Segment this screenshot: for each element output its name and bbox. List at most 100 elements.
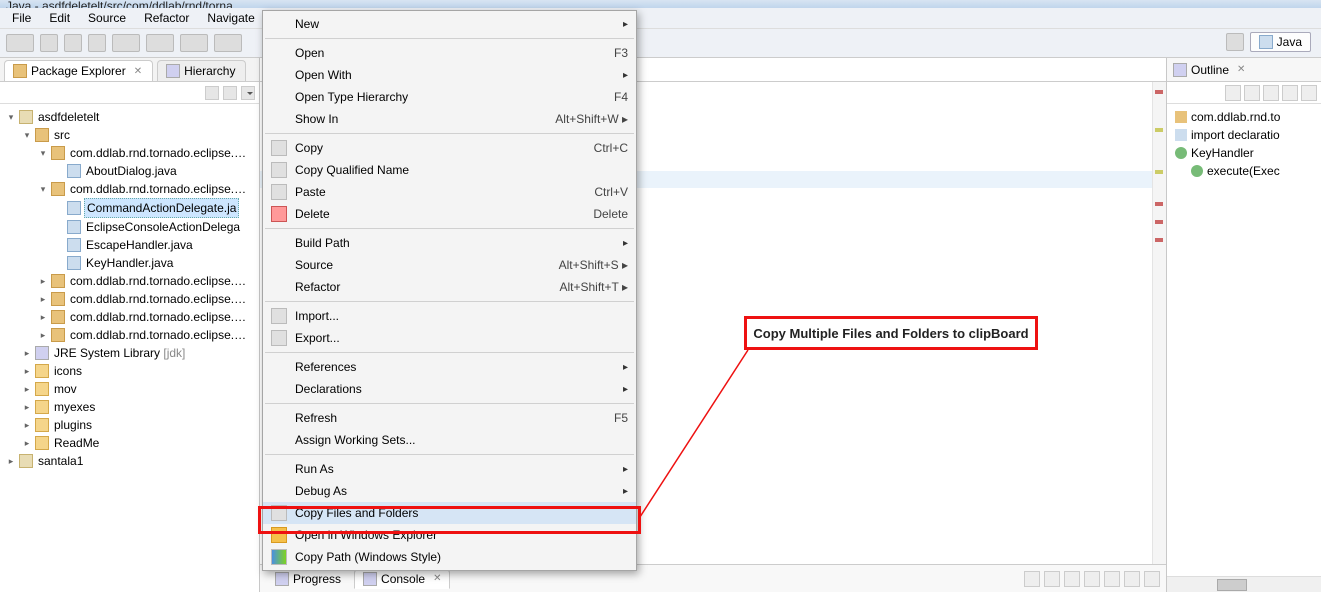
cmi-paste[interactable]: PasteCtrl+V [263, 181, 636, 203]
java-file-icon [67, 256, 81, 270]
tree-project[interactable]: asdfdeletelt [36, 108, 101, 126]
cmi-delete[interactable]: DeleteDelete [263, 203, 636, 225]
cmi-import[interactable]: Import... [263, 305, 636, 327]
close-icon[interactable]: ✕ [1237, 64, 1245, 75]
overview-ruler[interactable] [1152, 82, 1166, 564]
cmi-new[interactable]: New▸ [263, 13, 636, 35]
tree-file[interactable]: EscapeHandler.java [84, 236, 195, 254]
perspective-java[interactable]: Java [1250, 32, 1311, 52]
new-package-button[interactable] [214, 34, 242, 52]
tree-src[interactable]: src [52, 126, 72, 144]
cmi-open-in-windows-explorer[interactable]: Open in Windows Explorer [263, 524, 636, 546]
tab-console[interactable]: Console ✕ [354, 569, 450, 589]
cmi-open-with[interactable]: Open With▸ [263, 64, 636, 86]
close-icon[interactable]: ✕ [433, 573, 441, 584]
print-button[interactable] [88, 34, 106, 52]
package-explorer-tree[interactable]: ▾asdfdeletelt ▾src ▾com.ddlab.rnd.tornad… [0, 104, 259, 592]
tree-folder[interactable]: mov [52, 380, 79, 398]
tree-package[interactable]: com.ddlab.rnd.tornado.eclipse.… [68, 308, 248, 326]
folder-icon [35, 382, 49, 396]
cmi-references[interactable]: References▸ [263, 356, 636, 378]
menu-edit[interactable]: Edit [41, 9, 78, 27]
menubar: File Edit Source Refactor Navigate Se [0, 8, 1321, 28]
outline-item[interactable]: com.ddlab.rnd.to [1191, 108, 1280, 126]
outline-item[interactable]: execute(Exec [1207, 162, 1280, 180]
tab-package-explorer[interactable]: Package Explorer ✕ [4, 60, 153, 81]
cmi-copy-files-and-folders[interactable]: Copy Files and Folders [263, 502, 636, 524]
run-button[interactable] [146, 34, 174, 52]
display-selected-icon[interactable] [1044, 571, 1060, 587]
tree-package[interactable]: com.ddlab.rnd.tornado.eclipse.… [68, 326, 248, 344]
new-wizard-button[interactable] [6, 34, 34, 52]
hide-fields-icon[interactable] [1244, 85, 1260, 101]
copy-files-icon [271, 505, 287, 521]
menu-refactor[interactable]: Refactor [136, 9, 197, 27]
external-tools-button[interactable] [180, 34, 208, 52]
tree-file[interactable]: KeyHandler.java [84, 254, 175, 272]
collapse-all-icon[interactable] [205, 86, 219, 100]
pin-console-icon[interactable] [1024, 571, 1040, 587]
tree-file[interactable]: AboutDialog.java [84, 162, 179, 180]
outline-hscrollbar[interactable] [1167, 576, 1321, 592]
java-file-icon [67, 220, 81, 234]
cmi-source[interactable]: SourceAlt+Shift+S ▸ [263, 254, 636, 276]
save-button[interactable] [40, 34, 58, 52]
cmi-refresh[interactable]: RefreshF5 [263, 407, 636, 429]
open-perspective-button[interactable] [1226, 33, 1244, 51]
debug-button[interactable] [112, 34, 140, 52]
cmi-debug-as[interactable]: Debug As▸ [263, 480, 636, 502]
tree-file[interactable]: EclipseConsoleActionDelega [84, 218, 242, 236]
tree-package[interactable]: com.ddlab.rnd.tornado.eclipse.… [68, 272, 248, 290]
cmi-build-path[interactable]: Build Path▸ [263, 232, 636, 254]
hide-local-icon[interactable] [1301, 85, 1317, 101]
cmi-open[interactable]: OpenF3 [263, 42, 636, 64]
hide-static-icon[interactable] [1263, 85, 1279, 101]
import-icon [1175, 129, 1187, 141]
hide-nonpublic-icon[interactable] [1282, 85, 1298, 101]
package-icon [51, 292, 65, 306]
clear-console-icon[interactable] [1084, 571, 1100, 587]
tab-hierarchy[interactable]: Hierarchy [157, 60, 246, 81]
save-all-button[interactable] [64, 34, 82, 52]
tree-file-selected[interactable]: CommandActionDelegate.ja [84, 198, 239, 218]
cmi-refactor[interactable]: RefactorAlt+Shift+T ▸ [263, 276, 636, 298]
outline-tree[interactable]: com.ddlab.rnd.to import declaratio KeyHa… [1167, 104, 1321, 576]
tree-folder[interactable]: icons [52, 362, 84, 380]
cmi-copy[interactable]: CopyCtrl+C [263, 137, 636, 159]
scroll-lock-icon[interactable] [1104, 571, 1120, 587]
cmi-assign-working-sets[interactable]: Assign Working Sets... [263, 429, 636, 451]
tree-jre[interactable]: JRE System Library [jdk] [52, 344, 187, 362]
sort-icon[interactable] [1225, 85, 1241, 101]
cmi-declarations[interactable]: Declarations▸ [263, 378, 636, 400]
progress-icon [275, 572, 289, 586]
tree-folder[interactable]: ReadMe [52, 434, 101, 452]
open-console-icon[interactable] [1064, 571, 1080, 587]
link-editor-icon[interactable] [223, 86, 237, 100]
cmi-show-in[interactable]: Show InAlt+Shift+W ▸ [263, 108, 636, 130]
tree-folder[interactable]: plugins [52, 416, 94, 434]
tree-package[interactable]: com.ddlab.rnd.tornado.eclipse.… [68, 144, 248, 162]
tree-project[interactable]: santala1 [36, 452, 85, 470]
tree-package[interactable]: com.ddlab.rnd.tornado.eclipse.… [68, 180, 248, 198]
maximize-view-icon[interactable] [1144, 571, 1160, 587]
minimize-view-icon[interactable] [1124, 571, 1140, 587]
folder-icon [35, 364, 49, 378]
cmi-export[interactable]: Export... [263, 327, 636, 349]
menu-file[interactable]: File [4, 9, 39, 27]
tree-package[interactable]: com.ddlab.rnd.tornado.eclipse.… [68, 290, 248, 308]
menu-source[interactable]: Source [80, 9, 134, 27]
outline-icon [1173, 63, 1187, 77]
tree-folder[interactable]: myexes [52, 398, 97, 416]
menu-navigate[interactable]: Navigate [199, 9, 262, 27]
src-folder-icon [35, 128, 49, 142]
close-icon[interactable]: ✕ [134, 66, 142, 77]
outline-item[interactable]: import declaratio [1191, 126, 1280, 144]
outline-item[interactable]: KeyHandler [1191, 144, 1254, 162]
view-menu-icon[interactable] [241, 86, 255, 100]
tab-progress[interactable]: Progress [266, 569, 350, 589]
cmi-copy-qualified-name[interactable]: Copy Qualified Name [263, 159, 636, 181]
cmi-run-as[interactable]: Run As▸ [263, 458, 636, 480]
cmi-open-type-hierarchy[interactable]: Open Type HierarchyF4 [263, 86, 636, 108]
cmi-copy-path[interactable]: Copy Path (Windows Style) [263, 546, 636, 568]
java-perspective-icon [1259, 35, 1273, 49]
